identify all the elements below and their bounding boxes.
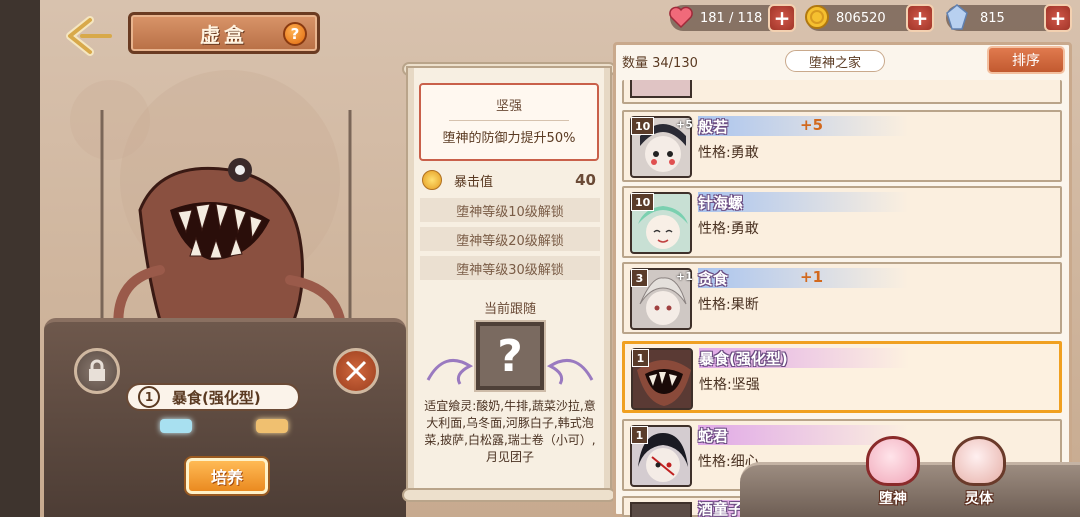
list-card[interactable]: 10 +5 般若 +5 性格:勇敢 xyxy=(622,110,1062,182)
level-badge: 3 xyxy=(631,269,648,287)
level-badge: 10 xyxy=(631,117,655,135)
fallen-god-bowl-icon xyxy=(866,436,920,486)
level-badge: 10 xyxy=(631,193,655,211)
crit-icon xyxy=(422,170,442,190)
follow-slot[interactable]: ? xyxy=(476,322,544,390)
crystal-plus-button[interactable]: + xyxy=(1044,4,1072,32)
list-card-partial-top[interactable] xyxy=(622,80,1062,104)
card-name: 暴食(强化型) xyxy=(699,348,909,368)
list-card[interactable]: 10 针海螺 性格:勇敢 xyxy=(622,186,1062,258)
crossed-utensils-icon xyxy=(345,360,367,382)
page-title: 虚盒 xyxy=(200,22,248,47)
gem-slot-blue xyxy=(160,419,192,433)
crystal-icon xyxy=(942,2,972,32)
left-edge xyxy=(0,0,40,517)
unlock-row: 堕神等级30级解锁 xyxy=(420,256,600,280)
crystal-value: 815 xyxy=(980,10,1005,26)
stamina-bar: 181 / 118 + xyxy=(669,4,796,32)
game-screen: 虚盒 ? 181 / 118 + 806520 + 815 + 1 暴食(强化型… xyxy=(0,0,1080,517)
release-button[interactable] xyxy=(333,348,379,394)
trait-divider xyxy=(449,120,569,121)
personality: 性格:坚强 xyxy=(699,377,760,393)
crit-row: 暴击值 40 xyxy=(420,168,600,192)
train-label: 培养 xyxy=(210,468,243,487)
unlock-row: 堕神等级10级解锁 xyxy=(420,198,600,222)
home-tag: 堕神之家 xyxy=(785,50,885,72)
train-button[interactable]: 培养 xyxy=(186,458,268,494)
back-button[interactable] xyxy=(60,14,116,58)
monster-name: 暴食(强化型) xyxy=(172,388,261,407)
personality: 性格:果断 xyxy=(698,297,759,313)
plus-badge: +1 xyxy=(676,270,693,283)
sort-button[interactable]: 排序 xyxy=(987,46,1065,74)
heart-icon xyxy=(666,2,696,32)
trait-box: 坚强 堕神的防御力提升50% xyxy=(419,83,599,161)
category-fallen-god[interactable]: 堕神 xyxy=(858,436,928,512)
category-spirit[interactable]: 灵体 xyxy=(944,436,1014,512)
crystal-bar: 815 + xyxy=(946,4,1072,32)
personality: 性格:勇敢 xyxy=(698,145,759,161)
scroll-bottom-roll xyxy=(402,488,616,502)
gem-slot-orange xyxy=(256,419,288,433)
crit-label: 暴击值 xyxy=(454,174,494,190)
gold-value: 806520 xyxy=(836,10,886,26)
gold-bar: 806520 + xyxy=(805,4,934,32)
card-name: 针海螺 xyxy=(698,192,908,212)
back-arrow-icon xyxy=(66,16,112,56)
level-badge: 1 xyxy=(631,426,648,444)
question-icon[interactable]: ? xyxy=(283,22,307,46)
follow-label: 当前跟随 xyxy=(483,302,536,317)
level-badge: 1 xyxy=(632,349,649,367)
personality: 性格:勇敢 xyxy=(698,221,759,237)
plus-badge: +5 xyxy=(676,118,693,131)
category-label: 堕神 xyxy=(879,491,907,507)
unlock-row: 堕神等级20级解锁 xyxy=(420,227,600,251)
suitable-spirits-text: 适宜飨灵:酸奶,牛排,蔬菜沙拉,意大利面,乌冬面,河豚白子,韩式泡菜,披萨,白松… xyxy=(424,399,596,464)
lock-icon xyxy=(89,359,105,381)
category-label: 灵体 xyxy=(965,491,993,507)
gold-plus-button[interactable]: + xyxy=(906,4,934,32)
lock-button[interactable] xyxy=(74,348,120,394)
monster-level: 1 xyxy=(138,386,160,408)
stamina-plus-button[interactable]: + xyxy=(768,4,796,32)
list-card[interactable]: 3 +1 贪食 +1 性格:果断 xyxy=(622,262,1062,334)
coin-icon xyxy=(802,2,832,32)
trait-title: 坚强 xyxy=(495,99,522,114)
crit-value: 40 xyxy=(575,171,596,189)
stamina-value: 181 / 118 xyxy=(700,10,763,26)
monster-name-plate: 1 暴食(强化型) xyxy=(126,383,300,411)
plus-level: +1 xyxy=(800,268,824,286)
trait-description: 堕神的防御力提升50% xyxy=(442,131,576,146)
monster-count: 数量 34/130 xyxy=(622,56,698,71)
title-board: 虚盒 ? xyxy=(128,12,320,54)
portrait xyxy=(630,80,692,98)
list-card-selected[interactable]: 1 暴食(强化型) 性格:坚强 xyxy=(622,341,1062,413)
plus-level: +5 xyxy=(800,116,824,134)
portrait xyxy=(630,502,692,517)
spirit-bowl-icon xyxy=(952,436,1006,486)
